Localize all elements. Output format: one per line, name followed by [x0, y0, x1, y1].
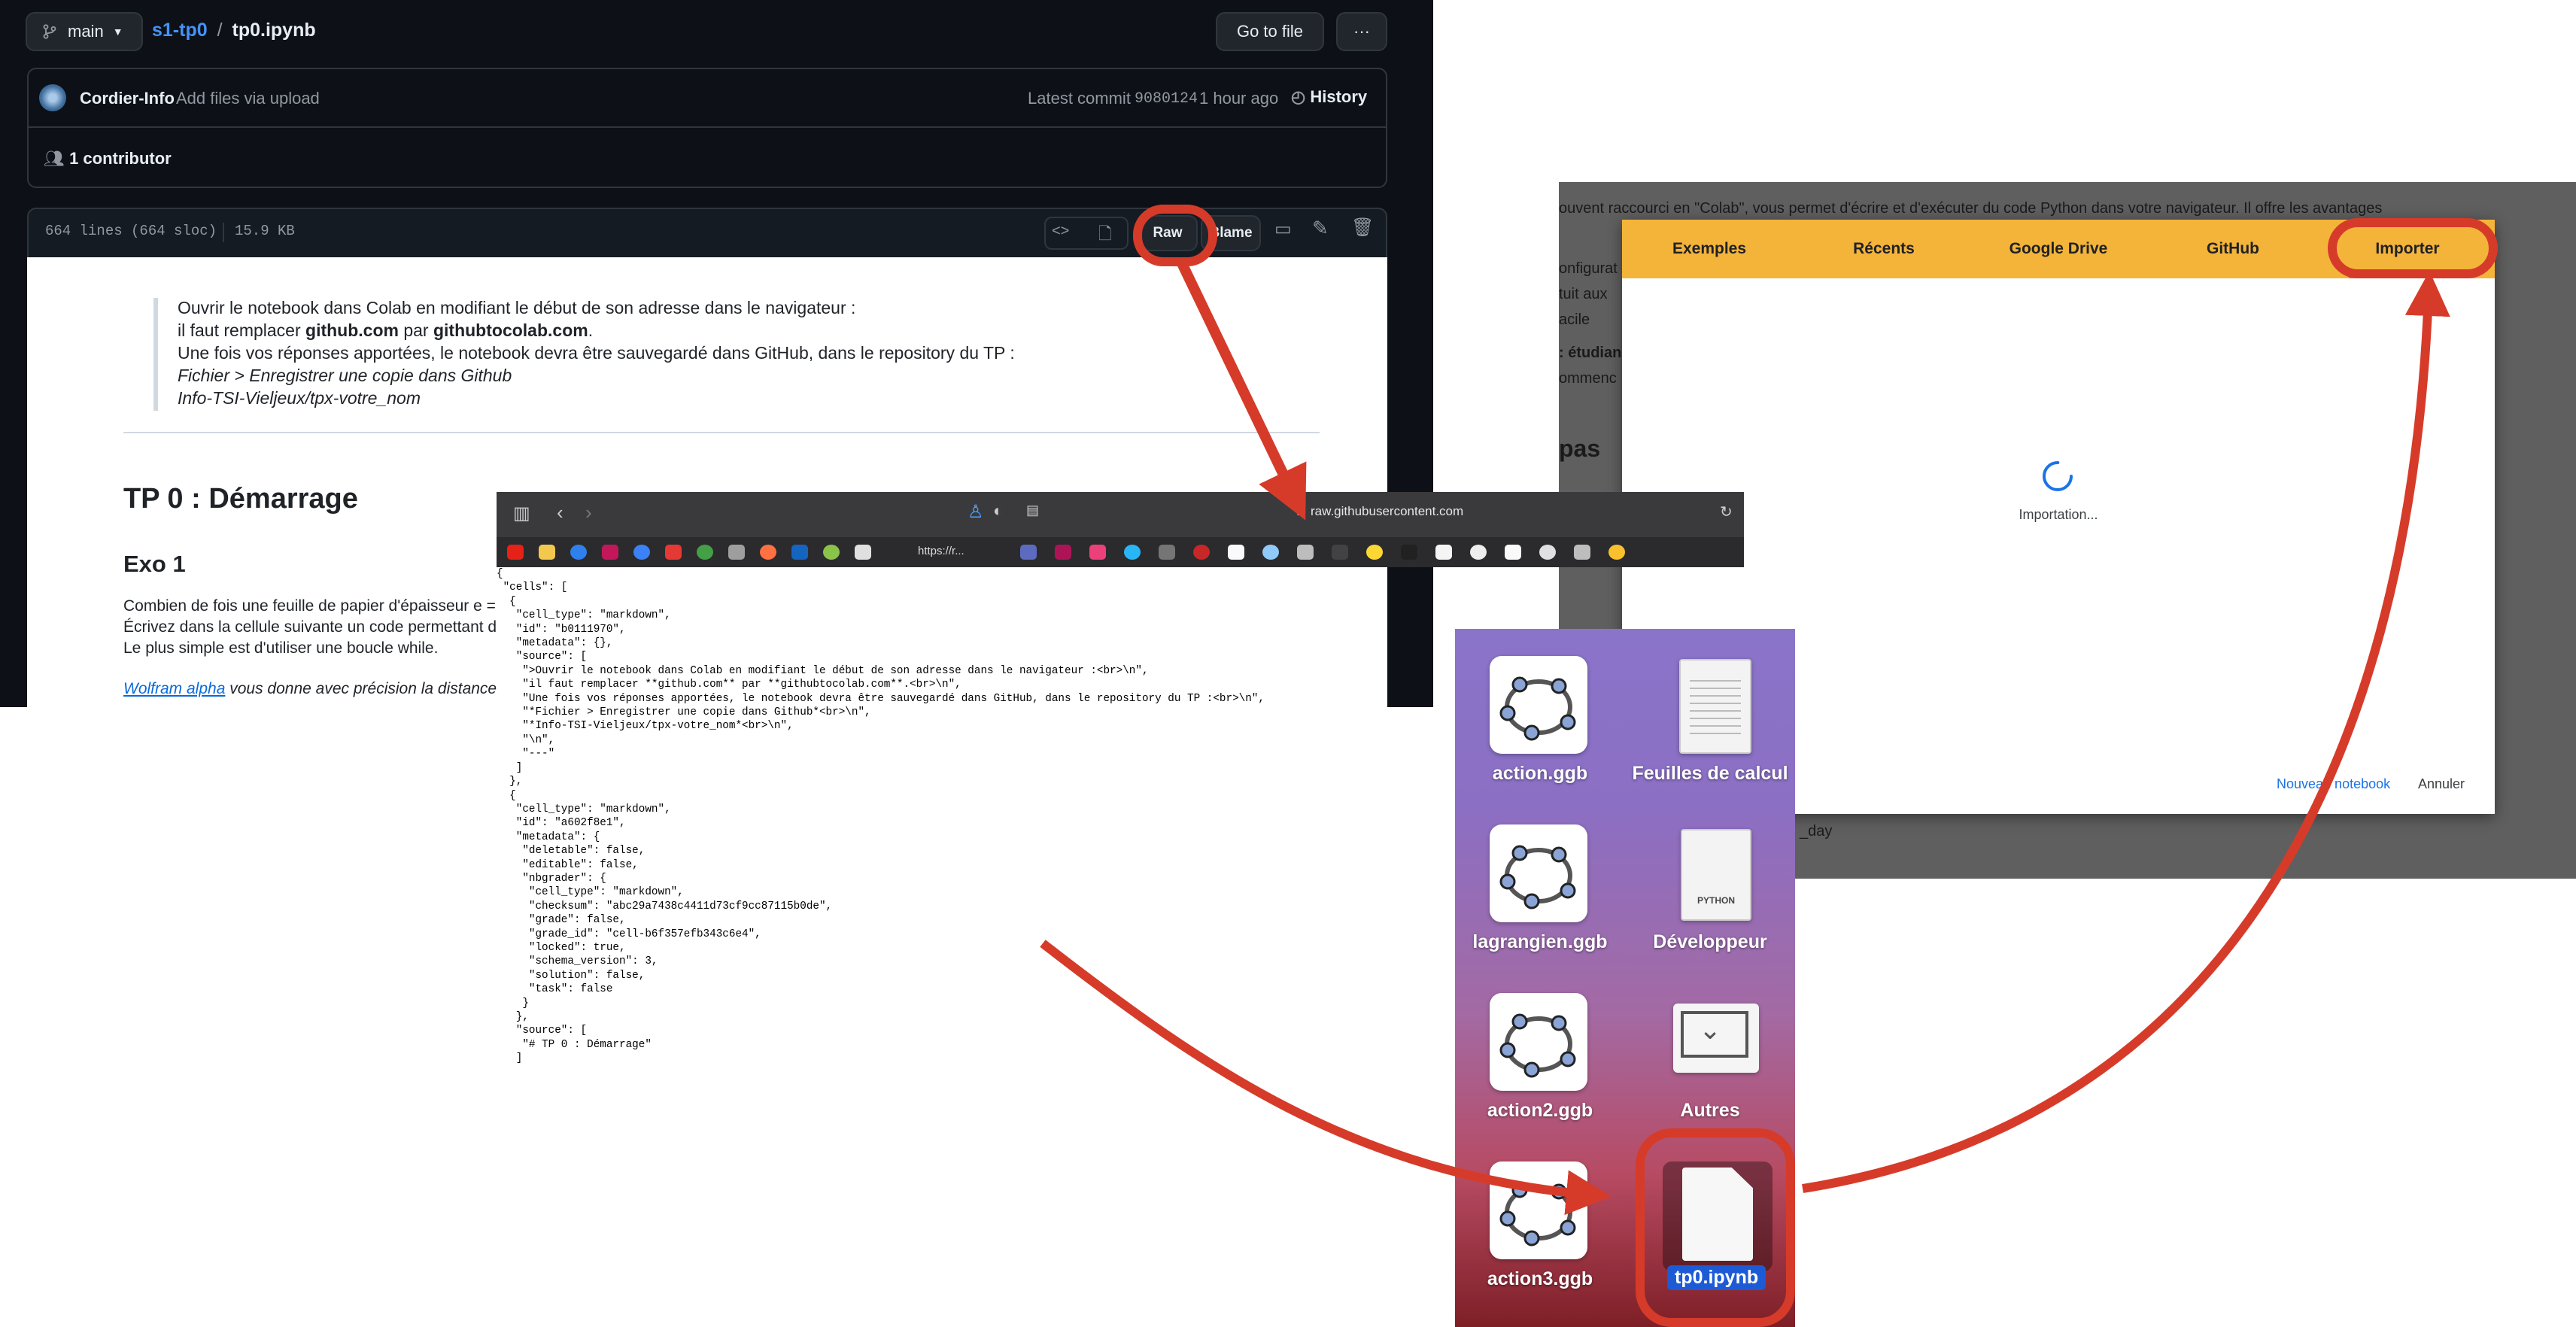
arrow-json-to-file	[1040, 940, 1612, 1216]
instruction-arrows	[1040, 259, 2450, 1216]
arrow-file-to-import	[1802, 271, 2450, 1193]
arrow-raw-to-browser	[1176, 259, 1307, 521]
